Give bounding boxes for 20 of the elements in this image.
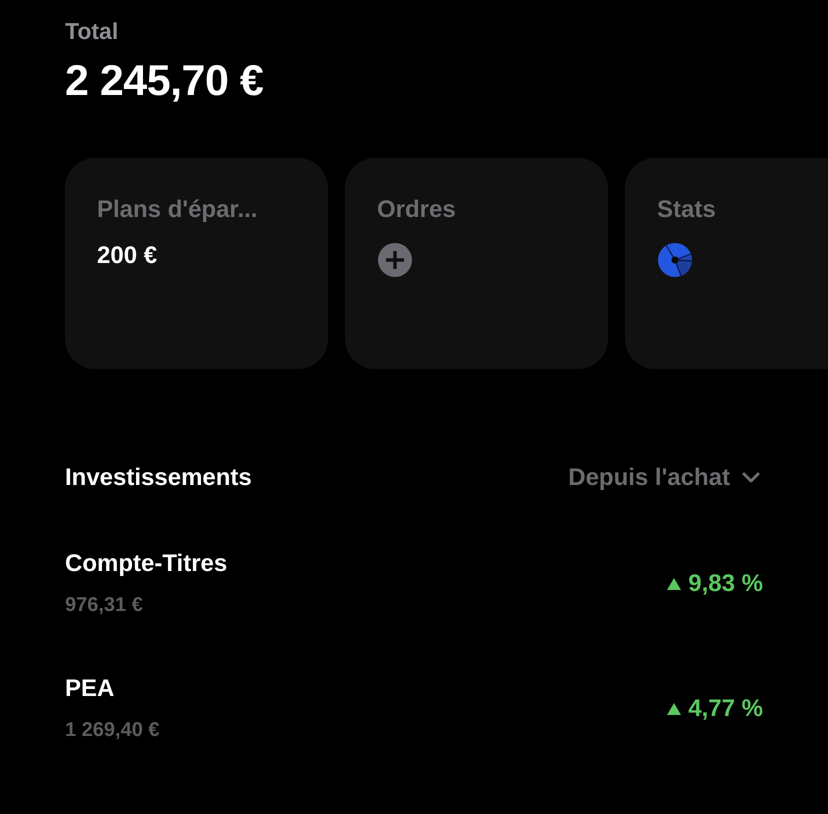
plus-icon[interactable] [377, 242, 413, 278]
section-title: Investissements [65, 464, 252, 492]
chevron-down-icon [742, 472, 760, 484]
period-dropdown[interactable]: Depuis l'achat [568, 464, 760, 492]
change-percent: 9,83 % [688, 570, 763, 598]
summary-card[interactable]: Stats [625, 158, 828, 369]
summary-card[interactable]: Plans d'épar... 200 € [65, 158, 328, 369]
summary-card[interactable]: Ordres [345, 158, 608, 369]
total-label: Total [65, 18, 118, 45]
account-value: 976,31 € [65, 594, 143, 617]
account-value: 1 269,40 € [65, 719, 160, 742]
account-name[interactable]: PEA [65, 675, 114, 703]
card-title: Ordres [377, 196, 456, 224]
card-value: 200 € [97, 242, 158, 270]
total-amount: 2 245,70 € [65, 57, 264, 106]
card-title: Stats [657, 196, 716, 224]
pie-chart-icon [657, 242, 693, 278]
card-title: Plans d'épar... [97, 196, 258, 224]
change-percent: 4,77 % [688, 694, 763, 722]
account-name[interactable]: Compte-Titres [65, 550, 228, 578]
